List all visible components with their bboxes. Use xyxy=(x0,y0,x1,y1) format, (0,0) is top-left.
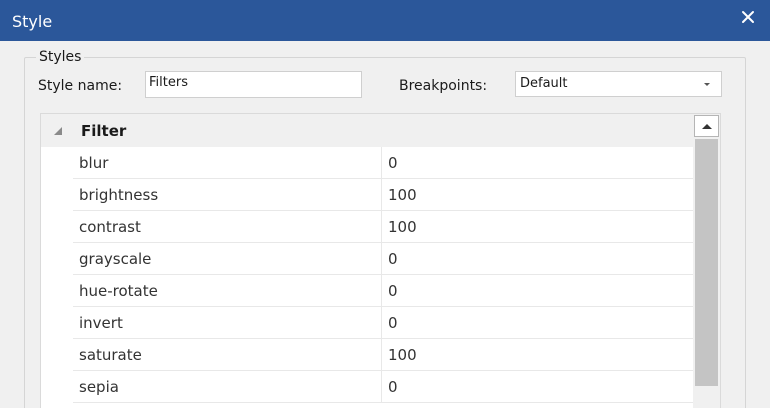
dialog-body: Styles Style name: Filters Breakpoints: … xyxy=(0,41,770,408)
property-value[interactable]: 100 xyxy=(388,186,417,204)
property-value[interactable]: 0 xyxy=(388,282,398,300)
style-name-value: Filters xyxy=(149,75,188,90)
property-row-contrast[interactable]: contrast 100 xyxy=(73,211,693,243)
property-value[interactable]: 0 xyxy=(388,154,398,172)
property-name: grayscale xyxy=(79,250,152,268)
property-row-brightness[interactable]: brightness 100 xyxy=(73,179,693,211)
column-divider xyxy=(381,211,382,243)
scrollbar-thumb[interactable] xyxy=(695,139,718,386)
close-icon xyxy=(742,11,754,23)
property-value[interactable]: 100 xyxy=(388,218,417,236)
property-row-invert[interactable]: invert 0 xyxy=(73,307,693,339)
column-divider xyxy=(381,243,382,275)
chevron-down-icon xyxy=(704,83,710,86)
property-name: hue-rotate xyxy=(79,282,158,300)
property-row-grayscale[interactable]: grayscale 0 xyxy=(73,243,693,275)
breakpoints-dropdown[interactable]: Default xyxy=(515,71,722,97)
column-divider xyxy=(381,179,382,211)
breakpoints-selected-value: Default xyxy=(520,76,568,91)
property-value[interactable]: 100 xyxy=(388,346,417,364)
scroll-up-button[interactable] xyxy=(694,115,719,137)
property-row-hue-rotate[interactable]: hue-rotate 0 xyxy=(73,275,693,307)
property-row-saturate[interactable]: saturate 100 xyxy=(73,339,693,371)
property-grid: Filter blur 0 brightness 100 contrast 10… xyxy=(40,113,721,408)
property-value[interactable]: 0 xyxy=(388,378,398,396)
close-button[interactable] xyxy=(736,4,760,30)
column-divider xyxy=(381,371,382,403)
column-divider xyxy=(381,339,382,371)
styles-group-legend: Styles xyxy=(36,49,85,65)
property-name: saturate xyxy=(79,346,142,364)
column-divider xyxy=(381,307,382,339)
property-name: sepia xyxy=(79,378,119,396)
title-bar: Style xyxy=(0,0,770,41)
property-name: brightness xyxy=(79,186,159,204)
column-divider xyxy=(381,147,382,179)
breakpoints-label: Breakpoints: xyxy=(399,78,488,94)
category-row-filter[interactable]: Filter xyxy=(41,114,693,147)
property-name: contrast xyxy=(79,218,141,236)
style-name-label: Style name: xyxy=(38,78,123,94)
window-title: Style xyxy=(12,12,53,31)
property-name: invert xyxy=(79,314,123,332)
property-name: blur xyxy=(79,154,109,172)
vertical-scrollbar[interactable] xyxy=(693,114,720,408)
property-value[interactable]: 0 xyxy=(388,250,398,268)
category-label: Filter xyxy=(81,122,127,140)
property-row-sepia[interactable]: sepia 0 xyxy=(73,371,693,403)
property-value[interactable]: 0 xyxy=(388,314,398,332)
scroll-up-arrow-icon xyxy=(701,124,712,129)
collapse-triangle-icon[interactable] xyxy=(53,126,63,136)
column-divider xyxy=(381,275,382,307)
style-name-input[interactable]: Filters xyxy=(145,71,362,98)
property-row-blur[interactable]: blur 0 xyxy=(73,147,693,179)
